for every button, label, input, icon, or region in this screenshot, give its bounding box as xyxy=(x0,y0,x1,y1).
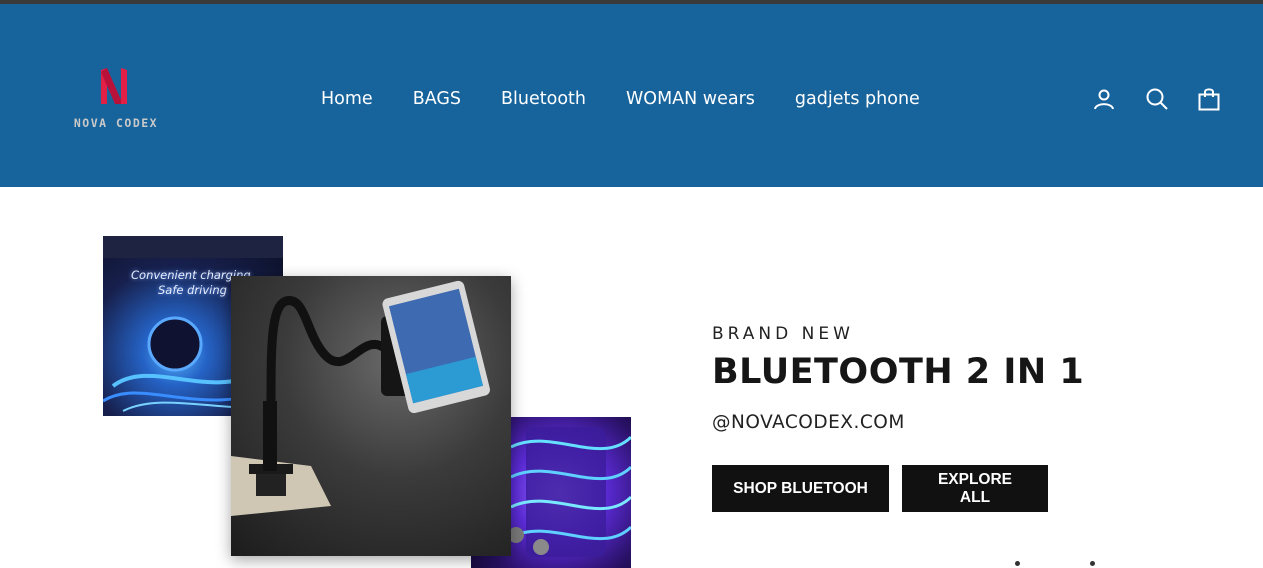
nav-item-bags[interactable]: BAGS xyxy=(413,89,461,109)
bag-icon xyxy=(1198,88,1220,111)
tablet-holder-art xyxy=(231,280,490,516)
nav-item-woman-wears[interactable]: WOMAN wears xyxy=(626,89,755,109)
hero-title: BLUETOOTH 2 IN 1 xyxy=(712,352,1085,392)
hero-buttons: SHOP BLUETOOH EXPLORE ALL xyxy=(712,465,1061,512)
slider-dots xyxy=(1015,561,1165,566)
site-header: NOVA CODEX Home BAGS Bluetooth WOMAN wea… xyxy=(0,4,1263,187)
brand-name: NOVA CODEX xyxy=(73,116,159,130)
shop-bluetooth-button[interactable]: SHOP BLUETOOH xyxy=(712,465,889,512)
cart-button[interactable] xyxy=(1196,86,1222,112)
tablet-holder-image[interactable] xyxy=(231,276,511,556)
explore-all-button[interactable]: EXPLORE ALL xyxy=(902,465,1048,512)
main-nav: Home BAGS Bluetooth WOMAN wears gadjets … xyxy=(321,86,960,112)
brand-logo[interactable]: NOVA CODEX xyxy=(70,66,162,136)
hero-subtitle: @NOVACODEX.COM xyxy=(712,412,905,433)
search-button[interactable] xyxy=(1144,86,1170,112)
account-button[interactable] xyxy=(1091,86,1117,112)
hero-eyebrow: BRAND NEW xyxy=(712,324,854,344)
user-icon xyxy=(1094,89,1114,110)
nav-item-home[interactable]: Home xyxy=(321,89,373,109)
slider-dot[interactable] xyxy=(1015,561,1020,566)
nav-item-gadjets-phone[interactable]: gadjets phone xyxy=(795,89,920,109)
hero-copy: BRAND NEW BLUETOOTH 2 IN 1 @NOVACODEX.CO… xyxy=(712,324,1084,433)
slider-dot[interactable] xyxy=(1090,561,1095,566)
hero-section: Convenient charging Safe driving BRAND N… xyxy=(0,187,1263,568)
n-letter-logo-icon xyxy=(101,68,127,104)
search-icon xyxy=(1146,88,1168,110)
nav-item-bluetooth[interactable]: Bluetooth xyxy=(501,89,586,109)
